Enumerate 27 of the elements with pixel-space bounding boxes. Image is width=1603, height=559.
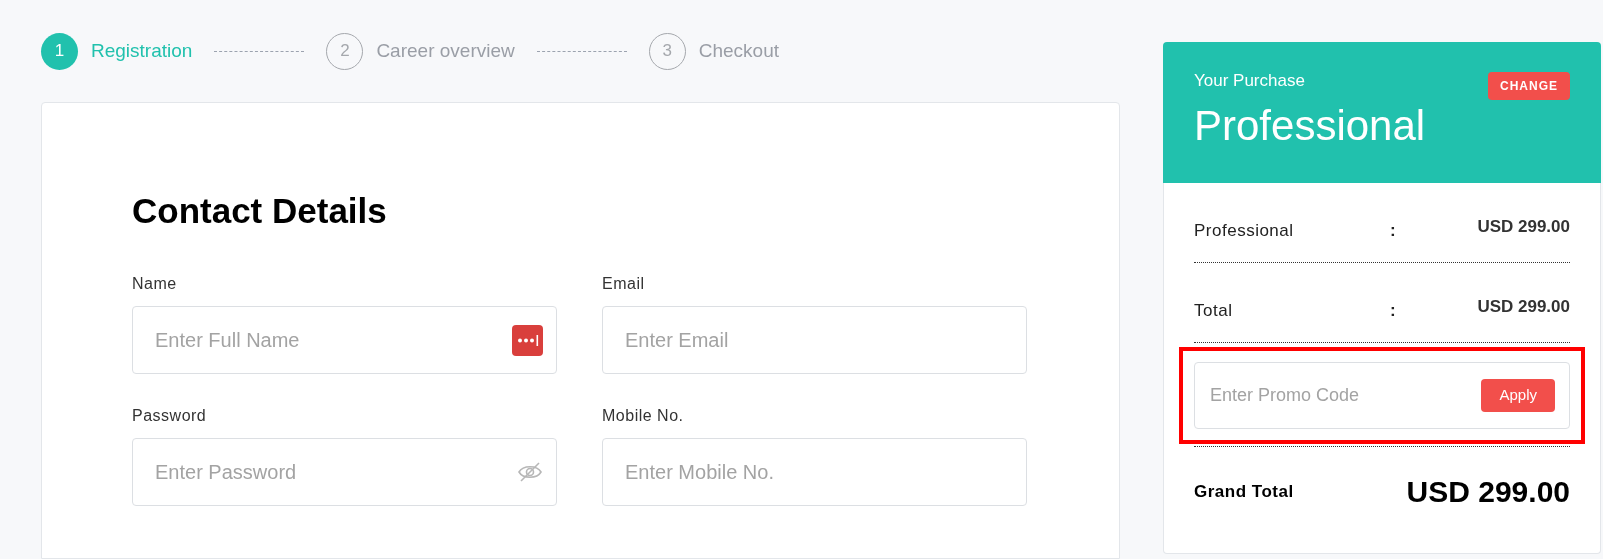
grand-total-amount: USD 299.00 (1406, 474, 1570, 510)
change-button[interactable]: CHANGE (1488, 72, 1570, 100)
promo-field[interactable]: Enter Promo Code Apply (1194, 362, 1570, 429)
summary-separator: : (1390, 300, 1396, 322)
summary-label: Professional (1194, 220, 1295, 242)
field-label: Name (132, 274, 178, 294)
input-field[interactable]: Enter Full Name (132, 306, 557, 374)
step-label[interactable]: Checkout (698, 36, 779, 66)
step-label[interactable]: Registration (91, 36, 193, 66)
plan-name: Professional (1194, 100, 1426, 151)
step-number: 1 (41, 32, 78, 70)
summary-separator: : (1390, 220, 1396, 242)
input-field[interactable]: Enter Email (602, 306, 1027, 374)
summary-label: Total (1194, 300, 1234, 322)
grand-total-label: Grand Total (1194, 480, 1294, 503)
summary-amount: USD 299.00 (1477, 296, 1570, 318)
field-label: Email (602, 274, 646, 294)
password-manager-icon[interactable] (512, 324, 543, 356)
apply-button[interactable]: Apply (1481, 379, 1555, 412)
form-title: Contact Details (132, 193, 388, 228)
step-label[interactable]: Career overview (376, 36, 515, 66)
field-label: Password (132, 406, 208, 426)
input-field[interactable]: Enter Mobile No. (602, 438, 1027, 506)
field-label: Mobile No. (602, 406, 685, 426)
purchase-caption: Your Purchase (1194, 70, 1306, 92)
summary-amount: USD 299.00 (1477, 216, 1570, 238)
input-field[interactable]: Enter Password (132, 438, 557, 506)
